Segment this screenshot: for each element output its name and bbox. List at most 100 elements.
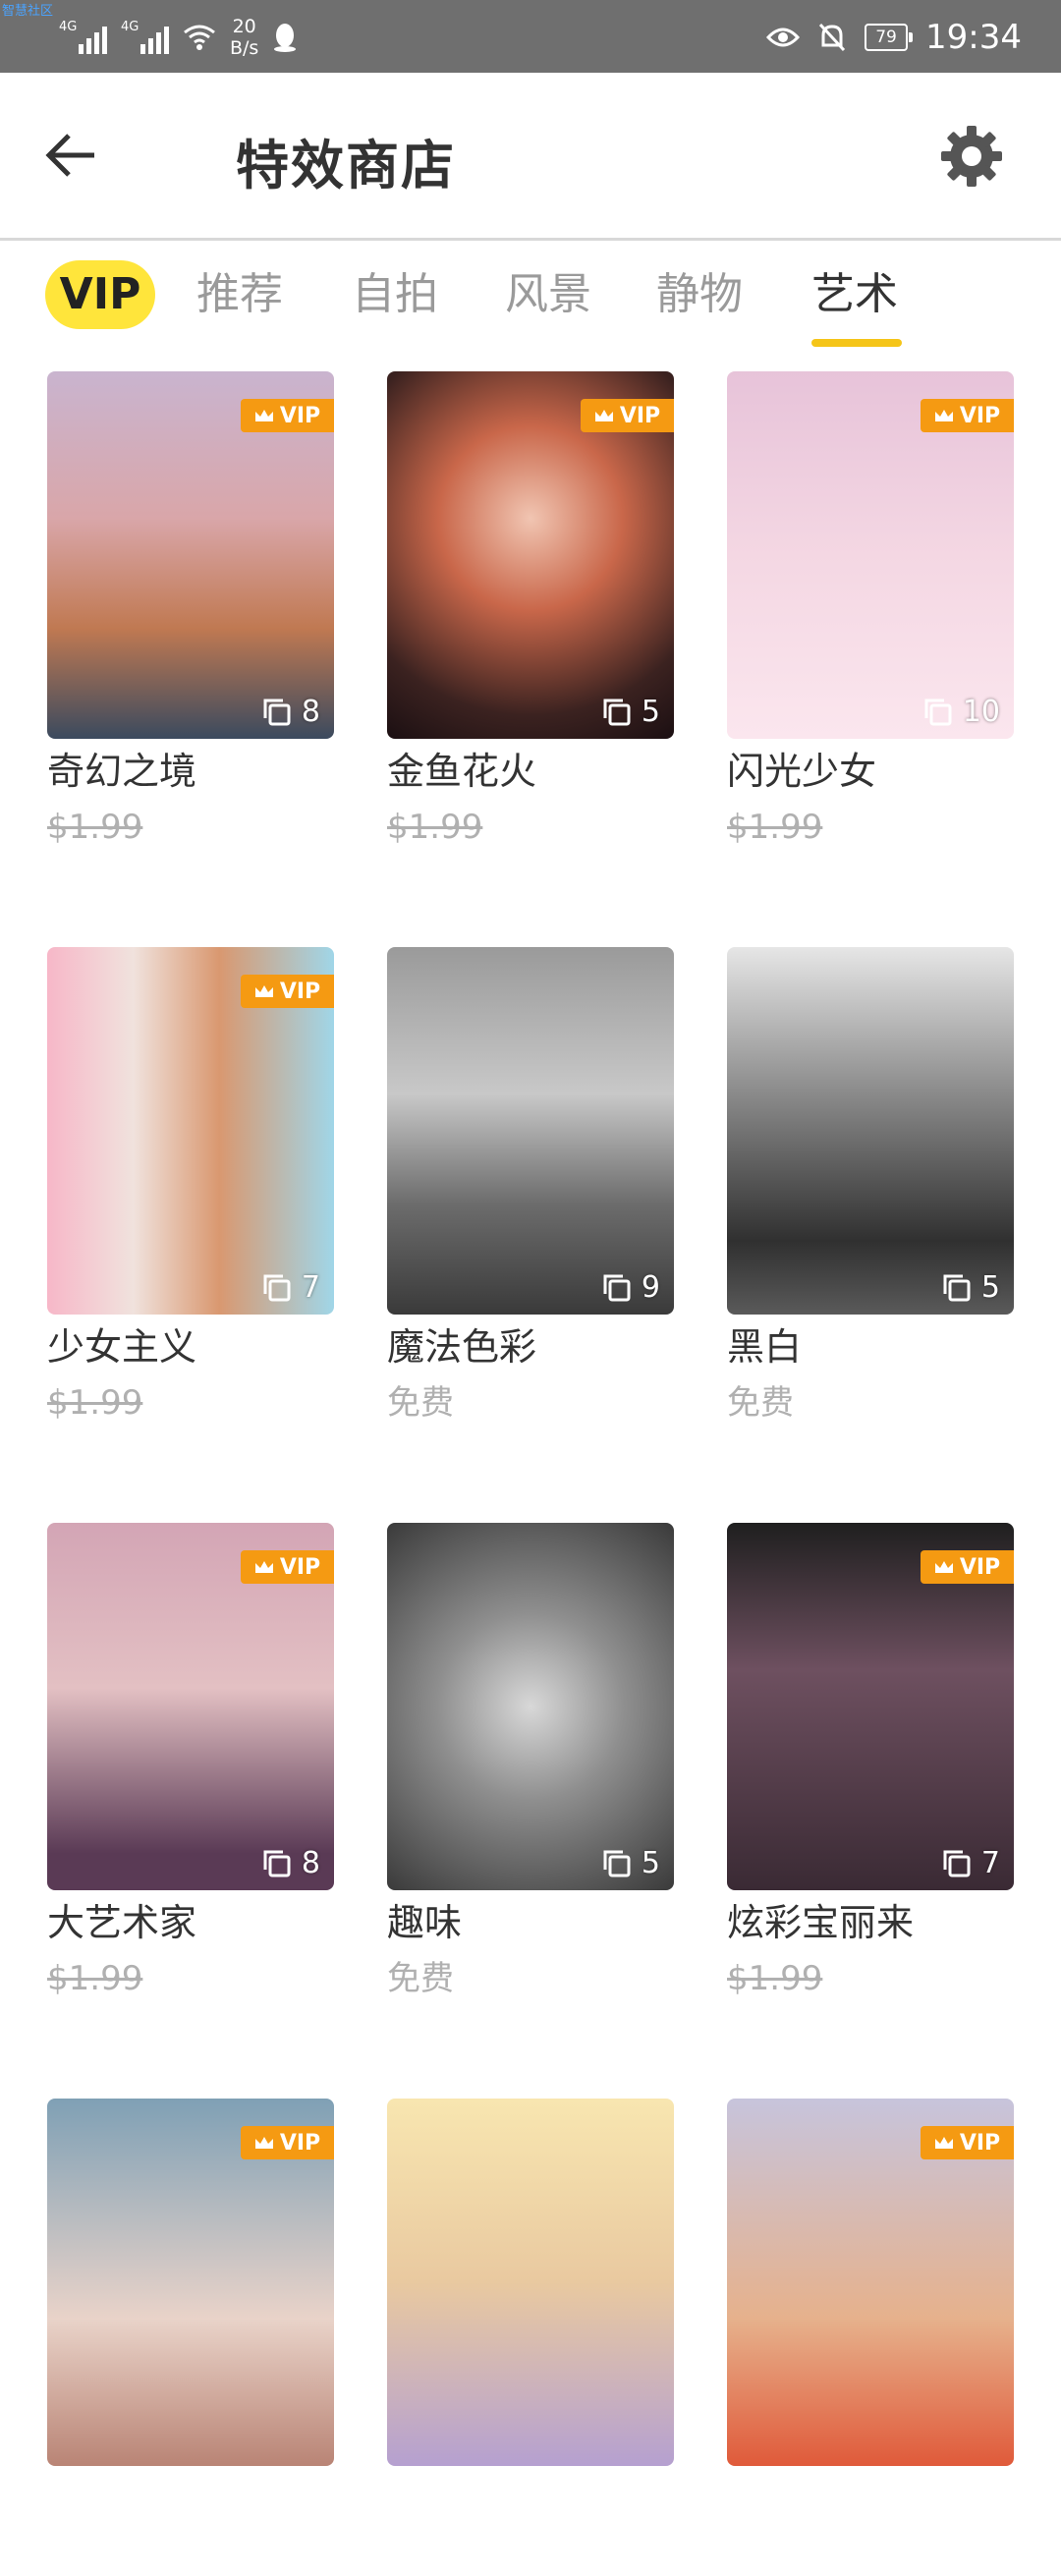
vip-badge-label: VIP <box>279 403 321 428</box>
photo-count: 9 <box>602 1270 660 1305</box>
vip-badge-label: VIP <box>279 2130 321 2156</box>
effect-name: 魔法色彩 <box>387 1325 537 1369</box>
photo-count: 7 <box>262 1270 320 1305</box>
effects-grid: VIP 8 奇幻之境 $1.99 VIP 5 金鱼花火 $1.99 VIP 10 闪光少女 $1.99… <box>0 0 1061 2466</box>
vip-badge-label: VIP <box>279 1554 321 1580</box>
effect-card[interactable]: VIP 10 闪光少女 $1.99 <box>727 371 1014 849</box>
effect-thumbnail[interactable]: 9 <box>387 947 674 1315</box>
photo-count: 5 <box>942 1270 1000 1305</box>
photo-count-value: 8 <box>301 695 320 729</box>
photo-count-value: 7 <box>301 1270 320 1305</box>
crown-icon <box>254 1561 273 1573</box>
effect-thumbnail[interactable]: VIP 7 <box>47 947 334 1315</box>
effect-card[interactable]: VIP 7 少女主义 $1.99 <box>47 947 334 1425</box>
effect-price: $1.99 <box>47 1959 143 1998</box>
copy-icon <box>263 1850 291 1876</box>
effect-thumbnail[interactable]: VIP 5 <box>387 371 674 739</box>
crown-icon <box>254 410 273 421</box>
vip-badge: VIP <box>241 975 334 1008</box>
effect-thumbnail[interactable]: VIP <box>727 2099 1014 2466</box>
effect-name <box>387 2474 674 2523</box>
effect-name <box>47 2474 334 2523</box>
photo-count-value: 10 <box>962 695 1000 729</box>
effect-name: 大艺术家 <box>47 1901 197 1944</box>
effect-card[interactable]: VIP 8 奇幻之境 $1.99 <box>47 371 334 849</box>
photo-count: 8 <box>262 1846 320 1880</box>
effect-thumbnail[interactable]: VIP <box>47 2099 334 2466</box>
effect-card[interactable]: VIP 5 金鱼花火 $1.99 <box>387 371 674 849</box>
photo-count: 7 <box>942 1846 1000 1880</box>
effect-thumbnail[interactable]: VIP 8 <box>47 1523 334 1890</box>
photo-count-value: 9 <box>641 1270 660 1305</box>
effect-card[interactable]: 5 趣味免费 <box>387 1523 674 2000</box>
photo-count: 8 <box>262 695 320 729</box>
effect-price: 免费 <box>387 1959 454 1998</box>
vip-badge-label: VIP <box>959 1554 1001 1580</box>
photo-count-value: 5 <box>641 695 660 729</box>
effect-price: $1.99 <box>47 1383 143 1423</box>
vip-badge: VIP <box>921 1550 1014 1584</box>
effect-name: 趣味 <box>387 1901 463 1944</box>
effect-name: 少女主义 <box>47 1325 197 1369</box>
effect-thumbnail[interactable]: VIP 8 <box>47 371 334 739</box>
effect-thumbnail[interactable]: VIP 10 <box>727 371 1014 739</box>
effect-price: 免费 <box>387 1383 454 1423</box>
effect-name <box>727 2474 1014 2523</box>
photo-count: 10 <box>923 695 1000 729</box>
vip-badge-label: VIP <box>959 403 1001 428</box>
crown-icon <box>934 410 953 421</box>
crown-icon <box>254 2137 273 2149</box>
effect-card[interactable]: VIP 8 大艺术家 $1.99 <box>47 1523 334 2000</box>
copy-icon <box>924 699 952 725</box>
crown-icon <box>934 1561 953 1573</box>
vip-badge-label: VIP <box>959 2130 1001 2156</box>
effect-price <box>727 2533 1014 2576</box>
effect-name: 金鱼花火 <box>387 750 537 793</box>
effect-card[interactable]: VIP <box>47 2099 334 2576</box>
effect-card[interactable] <box>387 2099 674 2576</box>
copy-icon <box>263 1274 291 1301</box>
effect-thumbnail[interactable]: 5 <box>727 947 1014 1315</box>
copy-icon <box>603 1850 631 1876</box>
copy-icon <box>603 1274 631 1301</box>
copy-icon <box>263 699 291 725</box>
effect-price: $1.99 <box>727 1959 823 1998</box>
photo-count-value: 5 <box>980 1270 1000 1305</box>
effect-thumbnail[interactable]: 5 <box>387 1523 674 1890</box>
effect-price <box>387 2533 674 2576</box>
effect-name: 奇幻之境 <box>47 750 197 793</box>
vip-badge: VIP <box>241 399 334 432</box>
copy-icon <box>603 699 631 725</box>
photo-count-value: 7 <box>980 1846 1000 1880</box>
vip-badge: VIP <box>921 399 1014 432</box>
vip-badge-label: VIP <box>279 979 321 1004</box>
vip-badge: VIP <box>921 2126 1014 2159</box>
photo-count: 5 <box>602 695 660 729</box>
effect-price: 免费 <box>727 1383 794 1423</box>
effect-thumbnail[interactable]: VIP 7 <box>727 1523 1014 1890</box>
copy-icon <box>943 1850 971 1876</box>
effect-name: 闪光少女 <box>727 750 877 793</box>
effect-name: 炫彩宝丽来 <box>727 1901 915 1944</box>
crown-icon <box>594 410 613 421</box>
effect-card[interactable]: 5 黑白免费 <box>727 947 1014 1425</box>
effect-price: $1.99 <box>387 808 483 847</box>
crown-icon <box>254 985 273 997</box>
effect-price: $1.99 <box>727 808 823 847</box>
effect-price <box>47 2533 334 2576</box>
vip-badge: VIP <box>581 399 674 432</box>
vip-badge: VIP <box>241 2126 334 2159</box>
effect-card[interactable]: 9 魔法色彩免费 <box>387 947 674 1425</box>
vip-badge-label: VIP <box>619 403 661 428</box>
photo-count: 5 <box>602 1846 660 1880</box>
photo-count-value: 5 <box>641 1846 660 1880</box>
effect-name: 黑白 <box>727 1325 803 1369</box>
effect-price: $1.99 <box>47 808 143 847</box>
effect-card[interactable]: VIP 7 炫彩宝丽来 $1.99 <box>727 1523 1014 2000</box>
crown-icon <box>934 2137 953 2149</box>
effect-thumbnail[interactable] <box>387 2099 674 2466</box>
effect-card[interactable]: VIP <box>727 2099 1014 2576</box>
photo-count-value: 8 <box>301 1846 320 1880</box>
copy-icon <box>943 1274 971 1301</box>
vip-badge: VIP <box>241 1550 334 1584</box>
